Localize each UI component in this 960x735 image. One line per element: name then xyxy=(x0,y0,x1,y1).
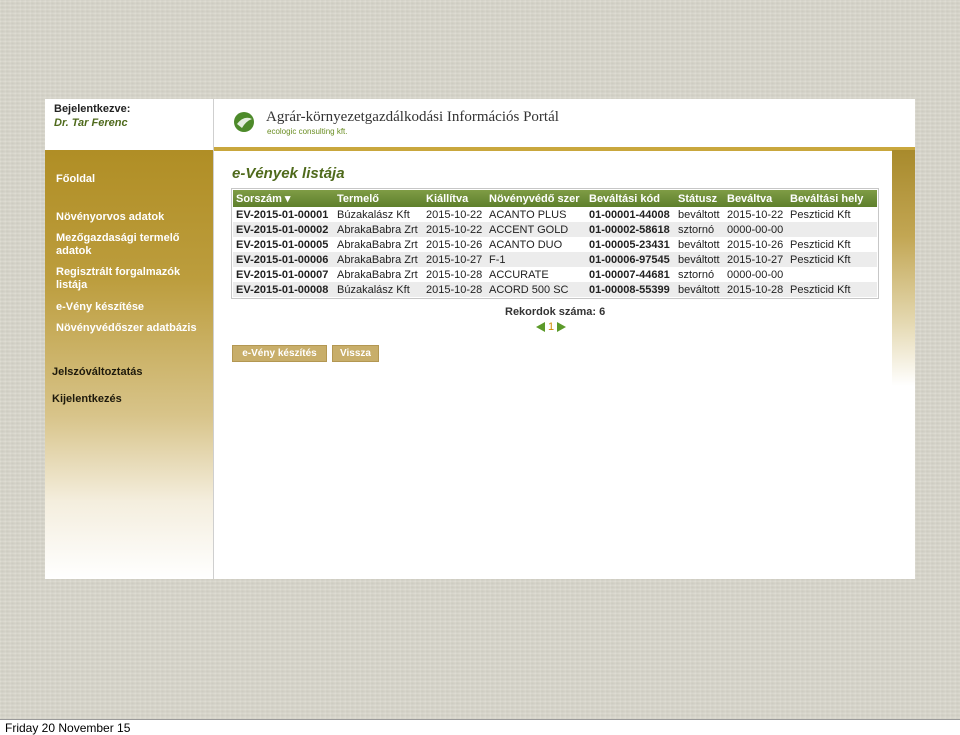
portal-title: Agrár-környezetgazdálkodási Információs … xyxy=(266,109,559,125)
cell-redeemed: 0000-00-00 xyxy=(727,268,784,281)
cell-producer: Búzakalász Kft xyxy=(334,282,423,297)
cell-producer: AbrakaBabra Zrt xyxy=(337,238,418,251)
cell-redeem-code: 01-00007-44681 xyxy=(589,268,670,281)
sidebar-item-change-password[interactable]: Jelszóváltoztatás xyxy=(52,366,142,379)
cell-redeemed: 0000-00-00 xyxy=(724,222,787,237)
table-row[interactable]: EV-2015-01-00008 Búzakalász Kft 2015-10-… xyxy=(233,282,877,297)
cell-status: beváltott xyxy=(675,252,724,267)
cell-serial[interactable]: EV-2015-01-00001 xyxy=(233,207,334,222)
cell-serial[interactable]: EV-2015-01-00002 xyxy=(233,222,334,237)
cell-redeem-place: Peszticid Kft xyxy=(790,238,851,251)
login-box: Bejelentkezve: Dr. Tar Ferenc xyxy=(45,99,213,150)
date-label: Friday 20 November 15 xyxy=(5,721,131,735)
cell-redeemed: 2015-10-26 xyxy=(727,238,784,251)
column-header-status[interactable]: Státusz xyxy=(675,190,724,207)
page-title: e-Vények listája xyxy=(232,165,345,182)
cell-producer: AbrakaBabra Zrt xyxy=(337,268,418,281)
cell-serial[interactable]: EV-2015-01-00008 xyxy=(233,282,334,297)
cell-redeem-code: 01-00001-44008 xyxy=(589,208,670,221)
cell-pesticide: ACANTO DUO xyxy=(489,238,563,251)
slide-footer: Friday 20 November 15 xyxy=(0,719,960,735)
sidebar-item-pesticide-db[interactable]: Növényvédőszer adatbázis xyxy=(56,322,197,335)
cell-issued: 2015-10-28 xyxy=(426,268,483,281)
cell-redeem-place: Peszticid Kft xyxy=(787,282,877,297)
sidebar-item-distributors[interactable]: Regisztrált forgalmazók listája xyxy=(56,266,196,292)
leaf-logo-icon xyxy=(234,112,254,132)
prescriptions-table: Sorszám ▾ Termelő Kiállítva Növényvédő s… xyxy=(233,190,877,297)
cell-status: beváltott xyxy=(678,208,720,221)
arrow-right-icon[interactable] xyxy=(557,322,567,333)
header: Agrár-környezetgazdálkodási Információs … xyxy=(214,99,915,150)
table-row[interactable]: EV-2015-01-00005 AbrakaBabra Zrt 2015-10… xyxy=(233,237,877,252)
cell-redeemed: 2015-10-28 xyxy=(724,282,787,297)
sidebar: Főoldal Növényorvos adatok Mezőgazdasági… xyxy=(45,150,213,579)
column-header-redeemed[interactable]: Beváltva xyxy=(724,190,787,207)
column-header-serial[interactable]: Sorszám ▾ xyxy=(233,190,334,207)
records-count: Rekordok száma: 6 xyxy=(505,306,606,318)
cell-redeemed: 2015-10-27 xyxy=(724,252,787,267)
cell-serial[interactable]: EV-2015-01-00007 xyxy=(233,267,334,282)
cell-redeem-code: 01-00008-55399 xyxy=(586,282,675,297)
cell-producer: Búzakalász Kft xyxy=(337,208,410,221)
column-header-pesticide[interactable]: Növényvédő szer xyxy=(486,190,586,207)
cell-redeem-code: 01-00005-23431 xyxy=(589,238,670,251)
arrow-left-icon[interactable] xyxy=(536,322,545,333)
table-row[interactable]: EV-2015-01-00002 AbrakaBabra Zrt 2015-10… xyxy=(233,222,877,237)
cell-redeem-code: 01-00006-97545 xyxy=(586,252,675,267)
table-row[interactable]: EV-2015-01-00006 AbrakaBabra Zrt 2015-10… xyxy=(233,252,877,267)
right-decoration xyxy=(892,150,915,579)
cell-producer: AbrakaBabra Zrt xyxy=(334,222,423,237)
cell-redeem-place: Peszticid Kft xyxy=(790,208,851,221)
portal-subtitle: ecologic consulting kft. xyxy=(267,127,348,136)
cell-issued: 2015-10-26 xyxy=(426,238,483,251)
login-label: Bejelentkezve: xyxy=(54,103,131,115)
app-window: Bejelentkezve: Dr. Tar Ferenc Főoldal Nö… xyxy=(45,99,915,579)
cell-serial[interactable]: EV-2015-01-00005 xyxy=(233,237,334,252)
table-header-row: Sorszám ▾ Termelő Kiállítva Növényvédő s… xyxy=(233,190,877,207)
create-prescription-button[interactable]: e-Vény készítés xyxy=(232,345,327,362)
sidebar-item-plant-doctor[interactable]: Növényorvos adatok xyxy=(56,211,164,224)
cell-pesticide: ACORD 500 SC xyxy=(486,282,586,297)
cell-pesticide: ACANTO PLUS xyxy=(489,208,567,221)
column-header-issued[interactable]: Kiállítva xyxy=(423,190,486,207)
cell-producer: AbrakaBabra Zrt xyxy=(334,252,423,267)
cell-issued: 2015-10-27 xyxy=(423,252,486,267)
prescriptions-table-container: Sorszám ▾ Termelő Kiállítva Növényvédő s… xyxy=(231,188,879,299)
page-number[interactable]: 1 xyxy=(548,321,554,333)
cell-redeem-place: Peszticid Kft xyxy=(787,252,877,267)
main-content: e-Vények listája Sorszám ▾ Termelő Kiáll… xyxy=(214,151,892,579)
sidebar-item-home[interactable]: Főoldal xyxy=(56,173,95,186)
column-header-producer[interactable]: Termelő xyxy=(334,190,423,207)
cell-issued: 2015-10-22 xyxy=(426,208,483,221)
cell-redeem-place xyxy=(787,267,877,282)
cell-redeemed: 2015-10-22 xyxy=(727,208,784,221)
cell-status: sztornó xyxy=(675,222,724,237)
back-button[interactable]: Vissza xyxy=(332,345,379,362)
cell-issued: 2015-10-22 xyxy=(423,222,486,237)
cell-status: sztornó xyxy=(678,268,715,281)
cell-pesticide: ACCENT GOLD xyxy=(486,222,586,237)
column-header-redeem-code[interactable]: Beváltási kód xyxy=(586,190,675,207)
cell-issued: 2015-10-28 xyxy=(423,282,486,297)
sidebar-item-create-prescription[interactable]: e-Vény készítése xyxy=(56,301,144,314)
cell-status: beváltott xyxy=(678,238,720,251)
cell-pesticide: F-1 xyxy=(486,252,586,267)
cell-pesticide: ACCURATE xyxy=(489,268,549,281)
cell-redeem-place xyxy=(787,222,877,237)
sidebar-item-logout[interactable]: Kijelentkezés xyxy=(52,393,122,406)
column-header-redeem-place[interactable]: Beváltási hely xyxy=(787,190,877,207)
login-user: Dr. Tar Ferenc xyxy=(54,117,128,129)
cell-status: beváltott xyxy=(675,282,724,297)
table-row[interactable]: EV-2015-01-00001 Búzakalász Kft 2015-10-… xyxy=(233,207,877,222)
cell-serial[interactable]: EV-2015-01-00006 xyxy=(233,252,334,267)
cell-redeem-code: 01-00002-58618 xyxy=(586,222,675,237)
table-row[interactable]: EV-2015-01-00007 AbrakaBabra Zrt 2015-10… xyxy=(233,267,877,282)
sidebar-item-farmer[interactable]: Mezőgazdasági termelő adatok xyxy=(56,232,196,258)
pagination: 1 xyxy=(536,321,567,333)
